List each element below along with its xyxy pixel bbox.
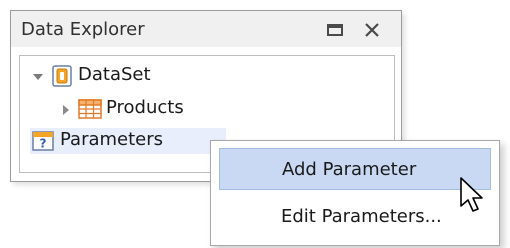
menu-item-label: Add Parameter	[282, 159, 417, 180]
tree-node-label: DataSet	[78, 64, 151, 85]
panel-title: Data Explorer	[21, 19, 145, 40]
menu-item-add-parameter[interactable]: Add Parameter	[219, 148, 491, 190]
maximize-button[interactable]	[324, 20, 346, 40]
tree-node-products[interactable]: Products	[60, 96, 360, 124]
tree-node-label: Parameters	[60, 129, 164, 150]
panel-header: Data Explorer	[11, 11, 401, 47]
dataset-icon	[52, 65, 72, 87]
menu-item-edit-parameters[interactable]: Edit Parameters...	[219, 196, 491, 238]
window-maximize-icon	[327, 24, 343, 36]
table-icon	[78, 99, 102, 119]
collapsed-arrow-icon[interactable]	[60, 104, 72, 116]
context-menu: Add Parameter Edit Parameters...	[210, 140, 500, 246]
screen: Data Explorer DataSet Products ? Paramet…	[0, 0, 510, 248]
close-icon	[365, 23, 379, 37]
expanded-arrow-icon[interactable]	[32, 71, 44, 83]
tree-node-dataset[interactable]: DataSet	[26, 63, 386, 91]
svg-text:?: ?	[40, 137, 47, 151]
close-button[interactable]	[361, 20, 383, 40]
mouse-cursor-icon	[460, 177, 483, 212]
tree-node-label: Products	[106, 97, 184, 118]
menu-item-label: Edit Parameters...	[281, 206, 442, 227]
parameters-icon: ?	[32, 131, 54, 151]
